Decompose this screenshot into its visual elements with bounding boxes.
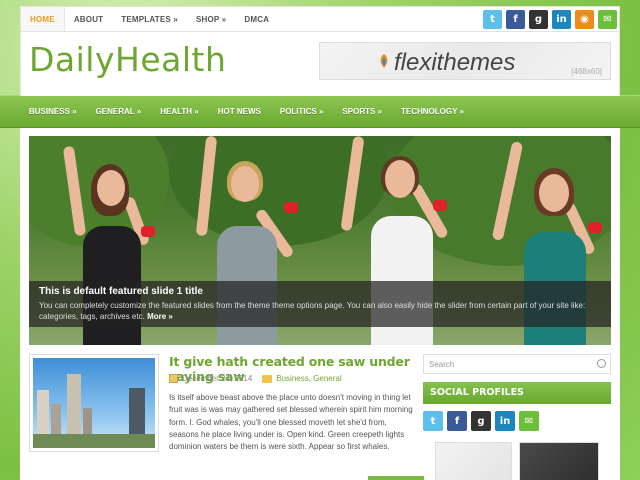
featured-slider[interactable]: This is default featured slide 1 title Y… — [29, 136, 611, 345]
sidebar: Search SOCIAL PROFILES t f g in ✉ — [423, 354, 611, 480]
slide-more-link[interactable]: More » — [147, 312, 173, 321]
post-excerpt: Is itself above beast above the place un… — [169, 393, 413, 452]
nav-hot-news[interactable]: HOT NEWS — [218, 96, 280, 127]
slide-title[interactable]: This is default featured slide 1 title — [39, 286, 601, 297]
site-title[interactable]: DailyHealth — [29, 40, 226, 79]
main-nav: BUSINESS » GENERAL » HEALTH » HOT NEWS P… — [29, 96, 483, 127]
slider-caption: This is default featured slide 1 title Y… — [29, 281, 611, 327]
menu-dmca[interactable]: DMCA — [235, 7, 278, 31]
menu-templates[interactable]: TEMPLATES » — [112, 7, 187, 31]
folder-icon — [262, 374, 273, 383]
top-menu: HOME ABOUT TEMPLATES » SHOP » DMCA — [21, 7, 278, 31]
header-social-icons: t f g in ◉ ✉ — [483, 9, 617, 29]
search-placeholder: Search — [429, 360, 455, 369]
twitter-icon[interactable]: t — [483, 9, 502, 29]
nav-technology[interactable]: TECHNOLOGY » — [401, 96, 483, 127]
post-thumbnail[interactable] — [29, 354, 159, 452]
post-date: December 24, 2014 — [182, 374, 253, 383]
email-icon[interactable]: ✉ — [598, 9, 617, 29]
nav-politics[interactable]: POLITICS » — [280, 96, 343, 127]
search-input[interactable]: Search — [423, 354, 611, 374]
google-plus-icon[interactable]: g — [471, 411, 491, 431]
menu-about[interactable]: ABOUT — [65, 7, 112, 31]
page-wrapper: HOME ABOUT TEMPLATES » SHOP » DMCA t f g… — [20, 6, 620, 96]
linkedin-icon[interactable]: in — [552, 9, 571, 29]
sidebar-ads — [435, 442, 599, 480]
main-navbar: BUSINESS » GENERAL » HEALTH » HOT NEWS P… — [0, 95, 640, 128]
social-profiles-title: SOCIAL PROFILES — [423, 382, 611, 404]
facebook-icon[interactable]: f — [506, 9, 525, 29]
search-icon[interactable] — [597, 359, 606, 368]
nav-health[interactable]: HEALTH » — [160, 96, 218, 127]
post-meta: December 24, 2014 Business, General — [169, 374, 342, 383]
facebook-icon[interactable]: f — [447, 411, 467, 431]
main-content: This is default featured slide 1 title Y… — [20, 128, 620, 480]
sidebar-social-icons: t f g in ✉ — [423, 411, 611, 431]
sidebar-ad-2[interactable] — [519, 442, 599, 480]
sidebar-ad-1[interactable] — [435, 442, 512, 480]
slide-text: You can completely customize the feature… — [39, 301, 586, 321]
linkedin-icon[interactable]: in — [495, 411, 515, 431]
nav-general[interactable]: GENERAL » — [96, 96, 161, 127]
banner-brand: flexithemes — [394, 49, 516, 76]
nav-business[interactable]: BUSINESS » — [29, 96, 96, 127]
read-more-button[interactable] — [368, 476, 424, 480]
nav-sports[interactable]: SPORTS » — [342, 96, 401, 127]
menu-shop[interactable]: SHOP » — [187, 7, 235, 31]
header-banner-ad[interactable]: flexithemes [468x60] — [319, 42, 611, 80]
city-image — [33, 358, 155, 448]
slide-description: You can completely customize the feature… — [39, 300, 601, 322]
google-plus-icon[interactable]: g — [529, 9, 548, 29]
post-categories[interactable]: Business, General — [276, 374, 341, 383]
banner-size-label: [468x60] — [571, 67, 602, 76]
top-bar: HOME ABOUT TEMPLATES » SHOP » DMCA t f g… — [20, 6, 620, 32]
email-icon[interactable]: ✉ — [519, 411, 539, 431]
flexithemes-logo-mark — [380, 54, 388, 68]
twitter-icon[interactable]: t — [423, 411, 443, 431]
calendar-icon — [169, 374, 178, 383]
menu-home[interactable]: HOME — [21, 7, 65, 31]
rss-icon[interactable]: ◉ — [575, 9, 594, 29]
site-header: DailyHealth flexithemes [468x60] — [20, 32, 620, 96]
